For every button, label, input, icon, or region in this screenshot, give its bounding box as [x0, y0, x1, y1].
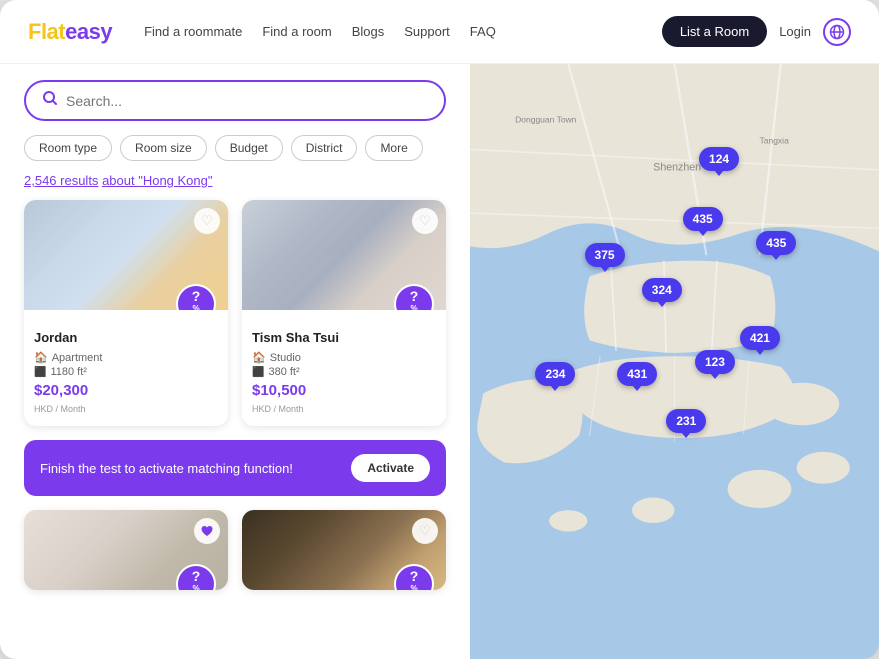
- match-badge-tism: ? % matched: [394, 284, 434, 310]
- search-input[interactable]: [66, 93, 428, 109]
- card-area-jordan: Jordan: [34, 330, 218, 345]
- cards-grid-top: ♡ ? % matched Jordan 🏠 Apartment: [24, 200, 446, 426]
- card-image-bottom2: ♡ ? % matched: [242, 510, 446, 590]
- card-price-unit-jordan: HKD / Month: [34, 404, 86, 414]
- card-body-tism: Tism Sha Tsui 🏠 Studio ⬛ 380 ft² $10,500…: [242, 310, 446, 426]
- size-icon-jordan: ⬛: [34, 367, 46, 378]
- nav-blogs[interactable]: Blogs: [352, 24, 385, 39]
- nav-find-roommate[interactable]: Find a roommate: [144, 24, 242, 39]
- match-badge-jordan: ? % matched: [176, 284, 216, 310]
- svg-text:Shenzhen: Shenzhen: [653, 161, 701, 173]
- filter-budget[interactable]: Budget: [215, 135, 283, 161]
- cards-grid-bottom: ? % matched ♡ ? % matched: [24, 510, 446, 590]
- header: Flateasy Find a roommate Find a room Blo…: [0, 0, 879, 64]
- card-size-row-tism: ⬛ 380 ft²: [252, 366, 436, 378]
- card-image-bottom1: ? % matched: [24, 510, 228, 590]
- svg-text:Tangxia: Tangxia: [760, 136, 790, 146]
- favorite-button-bottom1[interactable]: [194, 518, 220, 544]
- activate-text: Finish the test to activate matching fun…: [40, 461, 293, 476]
- favorite-button-bottom2[interactable]: ♡: [412, 518, 438, 544]
- logo-easy: easy: [65, 19, 112, 44]
- search-bar: [24, 80, 446, 121]
- filter-more[interactable]: More: [365, 135, 422, 161]
- nav-faq[interactable]: FAQ: [470, 24, 496, 39]
- list-room-button[interactable]: List a Room: [662, 16, 767, 47]
- globe-icon[interactable]: [823, 18, 851, 46]
- card-body-jordan: Jordan 🏠 Apartment ⬛ 1180 ft² $20,300 HK…: [24, 310, 228, 426]
- left-panel: Room type Room size Budget District More…: [0, 64, 470, 659]
- nav: Find a roommate Find a room Blogs Suppor…: [144, 24, 630, 39]
- card-size-jordan: 1180 ft²: [50, 366, 87, 378]
- size-icon-tism: ⬛: [252, 367, 264, 378]
- house-icon-tism: 🏠: [252, 351, 266, 364]
- activate-banner: Finish the test to activate matching fun…: [24, 440, 446, 496]
- header-actions: List a Room Login: [662, 16, 851, 47]
- nav-find-room[interactable]: Find a room: [262, 24, 331, 39]
- activate-button[interactable]: Activate: [351, 454, 430, 482]
- app-frame: Flateasy Find a roommate Find a room Blo…: [0, 0, 879, 659]
- filters: Room type Room size Budget District More: [24, 135, 446, 161]
- map-container[interactable]: Shenzhen Dongguan Town Tangxia 124375435…: [470, 64, 879, 659]
- search-icon: [42, 90, 58, 111]
- logo: Flateasy: [28, 19, 112, 45]
- logo-flat: Flat: [28, 19, 65, 44]
- match-badge-bottom1: ? % matched: [176, 564, 216, 590]
- card-bottom-2: ♡ ? % matched: [242, 510, 446, 590]
- login-button[interactable]: Login: [779, 24, 811, 39]
- match-badge-bottom2: ? % matched: [394, 564, 434, 590]
- results-count: 2,546 results about "Hong Kong": [24, 173, 446, 188]
- card-size-row-jordan: ⬛ 1180 ft²: [34, 366, 218, 378]
- main-content: Room type Room size Budget District More…: [0, 64, 879, 659]
- card-area-tism: Tism Sha Tsui: [252, 330, 436, 345]
- card-price-unit-tism: HKD / Month: [252, 404, 304, 414]
- filter-district[interactable]: District: [291, 135, 358, 161]
- card-price-jordan: $20,300 HKD / Month: [34, 382, 218, 416]
- card-price-tism: $10,500 HKD / Month: [252, 382, 436, 416]
- favorite-button-jordan[interactable]: ♡: [194, 208, 220, 234]
- card-jordan: ♡ ? % matched Jordan 🏠 Apartment: [24, 200, 228, 426]
- card-type-row-jordan: 🏠 Apartment: [34, 351, 218, 364]
- map-panel: Shenzhen Dongguan Town Tangxia 124375435…: [470, 64, 879, 659]
- filter-room-type[interactable]: Room type: [24, 135, 112, 161]
- card-bottom-1: ? % matched: [24, 510, 228, 590]
- svg-text:Dongguan Town: Dongguan Town: [515, 114, 577, 124]
- map-svg: Shenzhen Dongguan Town Tangxia: [470, 64, 879, 659]
- results-count-link[interactable]: 2,546 results: [24, 173, 98, 188]
- card-type-row-tism: 🏠 Studio: [252, 351, 436, 364]
- card-tism-sha-tsui: ♡ ? % matched Tism Sha Tsui 🏠 Studio: [242, 200, 446, 426]
- card-type-tism: Studio: [270, 352, 301, 364]
- favorite-button-tism[interactable]: ♡: [412, 208, 438, 234]
- filter-room-size[interactable]: Room size: [120, 135, 207, 161]
- card-size-tism: 380 ft²: [268, 366, 299, 378]
- house-icon-jordan: 🏠: [34, 351, 48, 364]
- card-type-jordan: Apartment: [52, 352, 103, 364]
- card-image-jordan: ♡ ? % matched: [24, 200, 228, 310]
- nav-support[interactable]: Support: [404, 24, 450, 39]
- card-image-tism: ♡ ? % matched: [242, 200, 446, 310]
